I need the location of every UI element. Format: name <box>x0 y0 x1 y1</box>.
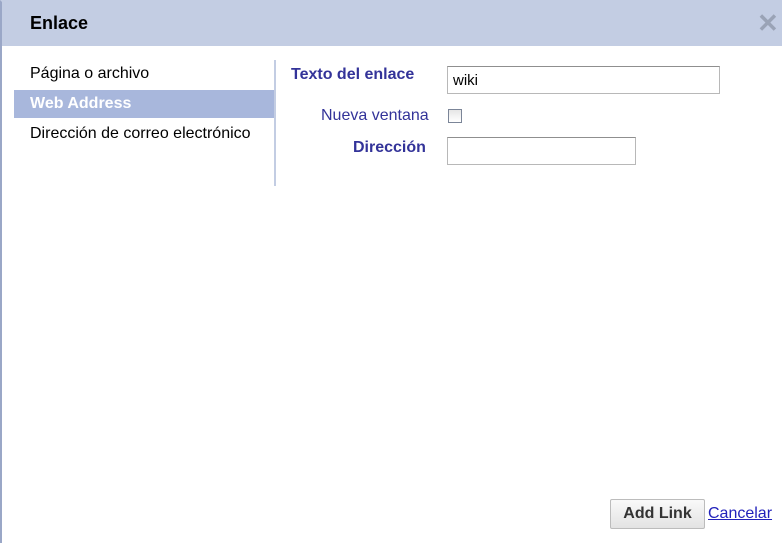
dialog-title: Enlace <box>30 13 89 33</box>
address-label: Dirección <box>353 139 426 156</box>
close-icon[interactable]: ✕ <box>757 10 779 36</box>
dialog-title-bar: Enlace ✕ <box>2 2 782 46</box>
link-type-sidebar: Página o archivo Web Address Dirección d… <box>14 60 276 186</box>
add-link-button[interactable]: Add Link <box>610 499 705 529</box>
link-text-label: Texto del enlace <box>291 66 415 83</box>
link-dialog: Enlace ✕ Página o archivo Web Address Di… <box>0 0 782 543</box>
address-input[interactable] <box>447 137 636 165</box>
cancel-link[interactable]: Cancelar <box>708 505 772 523</box>
sidebar-item-label: Dirección de correo electrónico <box>30 125 251 142</box>
sidebar-item-label: Página o archivo <box>30 65 150 82</box>
new-window-label: Nueva ventana <box>321 107 429 124</box>
sidebar-item-web-address[interactable]: Web Address <box>14 90 274 118</box>
sidebar-item-label: Web Address <box>30 95 132 112</box>
link-text-input[interactable] <box>447 66 720 94</box>
new-window-checkbox[interactable] <box>448 109 462 123</box>
sidebar-item-page-or-file[interactable]: Página o archivo <box>14 60 274 88</box>
sidebar-item-email-address[interactable]: Dirección de correo electrónico <box>14 120 274 148</box>
